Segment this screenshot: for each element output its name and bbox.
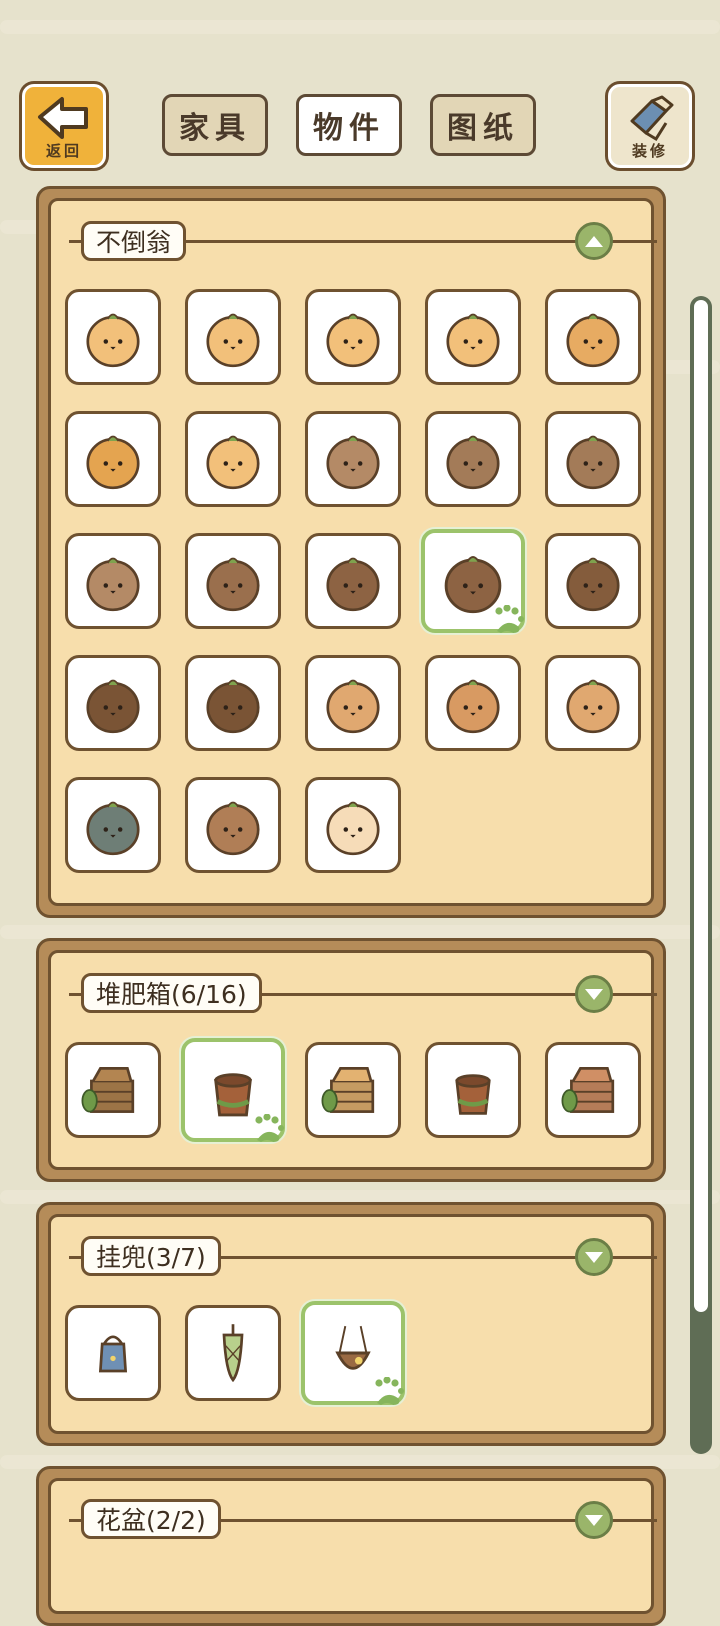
section-title-text: 堆肥箱(6/16) bbox=[96, 980, 247, 1009]
item-slot-compost-open-box-vine[interactable] bbox=[305, 1042, 401, 1138]
item-slot-tumbler-bee[interactable] bbox=[65, 411, 161, 507]
section-toggle-flowerpots[interactable] bbox=[575, 1501, 613, 1539]
scrollbar-thumb[interactable] bbox=[694, 300, 708, 1312]
item-slot-tumbler-plain-dark[interactable] bbox=[545, 533, 641, 629]
section-panel-hanging-bags: 挂兜(3/7) bbox=[36, 1202, 666, 1446]
tab-label: 物件 bbox=[313, 111, 385, 146]
section-title-flowerpots: 花盆(2/2) bbox=[81, 1499, 221, 1539]
tumbler-doll-icon bbox=[566, 435, 620, 490]
item-slot-tumbler-radish[interactable] bbox=[305, 777, 401, 873]
section-title-text: 花盆(2/2) bbox=[96, 1506, 206, 1535]
compost-barrel-icon bbox=[455, 1074, 491, 1115]
item-slot-tumbler-chick-shell[interactable] bbox=[305, 655, 401, 751]
section-panel-flowerpots: 花盆(2/2) bbox=[36, 1466, 666, 1626]
hanging-bag-icon bbox=[98, 1335, 128, 1373]
item-slot-tumbler-leaf-sprout[interactable] bbox=[305, 289, 401, 385]
section-panel-tumblers: 不倒翁 bbox=[36, 186, 666, 918]
tumbler-doll-icon bbox=[326, 313, 380, 368]
item-slot-tumbler-owl-face[interactable] bbox=[425, 655, 521, 751]
compost-crate-icon bbox=[321, 1067, 375, 1113]
compost-crate-icon bbox=[561, 1067, 615, 1113]
decorate-button[interactable]: 装修 bbox=[608, 84, 692, 168]
item-slot-tumbler-glasses[interactable] bbox=[185, 533, 281, 629]
item-slot-tumbler-owl-leaf[interactable] bbox=[421, 529, 525, 633]
item-slot-tumbler-striped-flower[interactable] bbox=[545, 289, 641, 385]
tumbler-doll-icon bbox=[206, 435, 260, 490]
chevron-down-icon bbox=[585, 989, 603, 1000]
paw-print-icon bbox=[491, 605, 525, 635]
tumbler-doll-icon bbox=[446, 435, 500, 490]
item-slot-tumbler-leaf-shell[interactable] bbox=[185, 411, 281, 507]
section-toggle-hanging-bags[interactable] bbox=[575, 1238, 613, 1276]
tumbler-doll-icon bbox=[206, 679, 260, 734]
item-slot-hanging-basket-brown[interactable] bbox=[301, 1301, 405, 1405]
item-slot-tumbler-snail-shell[interactable] bbox=[185, 777, 281, 873]
paw-print-icon bbox=[251, 1114, 285, 1144]
item-slot-compost-barrel-leaf[interactable] bbox=[425, 1042, 521, 1138]
tumbler-doll-icon bbox=[326, 679, 380, 734]
chevron-down-icon bbox=[585, 1252, 603, 1263]
item-slot-tumbler-flower-hat[interactable] bbox=[185, 289, 281, 385]
item-slot-compost-crate-leaves[interactable] bbox=[65, 1042, 161, 1138]
tumbler-doll-icon bbox=[86, 801, 140, 856]
scrollbar-track[interactable] bbox=[690, 296, 712, 1454]
item-slot-tumbler-dark-leaf[interactable] bbox=[65, 655, 161, 751]
tumbler-doll-icon bbox=[566, 557, 620, 612]
tumbler-doll-icon bbox=[206, 801, 260, 856]
tab-label: 家具 bbox=[179, 111, 251, 146]
arrow-left-icon bbox=[38, 97, 88, 139]
section-panel-compost: 堆肥箱(6/16) bbox=[36, 938, 666, 1182]
item-slot-tumbler-sparkle-eyes[interactable] bbox=[305, 533, 401, 629]
item-slot-tumbler-dark-sprouts[interactable] bbox=[185, 655, 281, 751]
tumbler-doll-icon bbox=[566, 313, 620, 368]
item-slot-tumbler-sunglasses[interactable] bbox=[65, 289, 161, 385]
item-slot-tumbler-brown-heart[interactable] bbox=[65, 533, 161, 629]
section-title-hanging-bags: 挂兜(3/7) bbox=[81, 1236, 221, 1276]
tab-label: 图纸 bbox=[447, 111, 519, 146]
tumbler-doll-icon bbox=[206, 557, 260, 612]
tumbler-doll-icon bbox=[326, 801, 380, 856]
tumbler-doll-icon bbox=[206, 313, 260, 368]
tumbler-doll-icon bbox=[326, 557, 380, 612]
hanging-net-icon bbox=[222, 1324, 244, 1383]
tab-blueprints[interactable]: 图纸 bbox=[430, 94, 536, 156]
tumbler-doll-icon bbox=[446, 313, 500, 368]
tumbler-doll-icon bbox=[446, 679, 500, 734]
tumbler-doll-icon bbox=[86, 313, 140, 368]
item-slot-tumbler-leaf-heart[interactable] bbox=[425, 289, 521, 385]
item-slot-compost-open-box-red[interactable] bbox=[545, 1042, 641, 1138]
back-button-label: 返回 bbox=[45, 142, 82, 160]
tumbler-doll-icon bbox=[326, 435, 380, 490]
item-slot-hanging-net-green[interactable] bbox=[185, 1305, 281, 1401]
background-streak bbox=[0, 20, 720, 34]
back-button[interactable]: 返回 bbox=[22, 84, 106, 168]
item-slot-compost-barrel[interactable] bbox=[181, 1038, 285, 1142]
item-slot-tumbler-grumpy[interactable] bbox=[425, 411, 521, 507]
section-toggle-compost[interactable] bbox=[575, 975, 613, 1013]
section-title-text: 挂兜(3/7) bbox=[96, 1243, 206, 1272]
section-title-tumblers: 不倒翁 bbox=[81, 221, 187, 261]
item-slot-hanging-bag-blue[interactable] bbox=[65, 1305, 161, 1401]
section-toggle-tumblers[interactable] bbox=[575, 222, 613, 260]
section-title-text: 不倒翁 bbox=[96, 228, 172, 257]
chevron-up-icon bbox=[585, 236, 603, 247]
tumbler-doll-icon bbox=[86, 679, 140, 734]
tab-furniture[interactable]: 家具 bbox=[162, 94, 268, 156]
item-slot-tumbler-egg-crack[interactable] bbox=[305, 411, 401, 507]
paint-brush-icon bbox=[630, 95, 674, 142]
item-slot-tumbler-chick-light[interactable] bbox=[545, 655, 641, 751]
tab-objects[interactable]: 物件 bbox=[296, 94, 402, 156]
background-streak bbox=[0, 925, 720, 939]
tumbler-doll-icon bbox=[566, 679, 620, 734]
tumbler-doll-icon bbox=[86, 435, 140, 490]
section-title-compost: 堆肥箱(6/16) bbox=[81, 973, 262, 1013]
chevron-down-icon bbox=[585, 1515, 603, 1526]
compost-crate-icon bbox=[81, 1067, 135, 1113]
item-slot-tumbler-patterned-teal[interactable] bbox=[65, 777, 161, 873]
item-slot-tumbler-leaf-cap[interactable] bbox=[545, 411, 641, 507]
paw-print-icon bbox=[371, 1377, 405, 1407]
tumbler-doll-icon bbox=[86, 557, 140, 612]
